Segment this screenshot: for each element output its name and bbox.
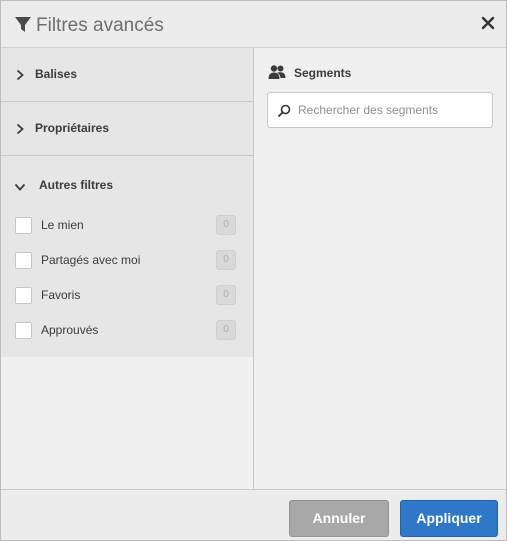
dialog-footer: Annuler Appliquer	[1, 489, 506, 540]
filter-label[interactable]: Le mien	[41, 218, 84, 232]
other-filters-list: Le mien 0 Partagés avec moi 0 Favoris 0 …	[1, 209, 253, 357]
advanced-filters-dialog: Filtres avancés Balises Propriétaires Au…	[0, 0, 507, 541]
search-icon	[278, 104, 291, 117]
section-autres-filtres[interactable]: Autres filtres	[1, 156, 253, 209]
filter-row-approuves: Approuvés 0	[1, 314, 253, 349]
close-icon[interactable]	[480, 15, 496, 31]
users-icon	[268, 64, 286, 80]
segments-title: Segments	[294, 66, 352, 80]
count-badge: 0	[216, 215, 236, 235]
section-label: Balises	[35, 67, 78, 81]
filter-label[interactable]: Approuvés	[41, 323, 98, 337]
dialog-title: Filtres avancés	[36, 15, 164, 36]
filter-label[interactable]: Favoris	[41, 288, 80, 302]
section-label: Propriétaires	[35, 121, 110, 135]
partages-checkbox[interactable]	[15, 252, 32, 269]
count-badge: 0	[216, 250, 236, 270]
count-badge: 0	[216, 320, 236, 340]
approuves-checkbox[interactable]	[15, 322, 32, 339]
segment-search-box	[267, 92, 493, 128]
apply-button[interactable]: Appliquer	[400, 500, 498, 537]
chevron-right-icon	[14, 68, 26, 81]
filter-sidebar: Balises Propriétaires Autres filtres Le …	[1, 48, 254, 489]
cancel-button[interactable]: Annuler	[289, 500, 389, 537]
filter-row-partages: Partagés avec moi 0	[1, 244, 253, 279]
segments-panel: Segments	[254, 48, 506, 489]
filter-row-le-mien: Le mien 0	[1, 209, 253, 244]
filter-icon	[14, 16, 32, 34]
section-proprietaires[interactable]: Propriétaires	[1, 102, 253, 156]
favoris-checkbox[interactable]	[15, 287, 32, 304]
section-balises[interactable]: Balises	[1, 48, 253, 102]
chevron-down-icon	[14, 180, 26, 192]
segment-search-input[interactable]	[298, 101, 483, 119]
section-label: Autres filtres	[39, 178, 114, 192]
filter-row-favoris: Favoris 0	[1, 279, 253, 314]
le-mien-checkbox[interactable]	[15, 217, 32, 234]
count-badge: 0	[216, 285, 236, 305]
chevron-right-icon	[14, 122, 26, 135]
filter-label[interactable]: Partagés avec moi	[41, 253, 140, 267]
dialog-header: Filtres avancés	[1, 1, 506, 48]
